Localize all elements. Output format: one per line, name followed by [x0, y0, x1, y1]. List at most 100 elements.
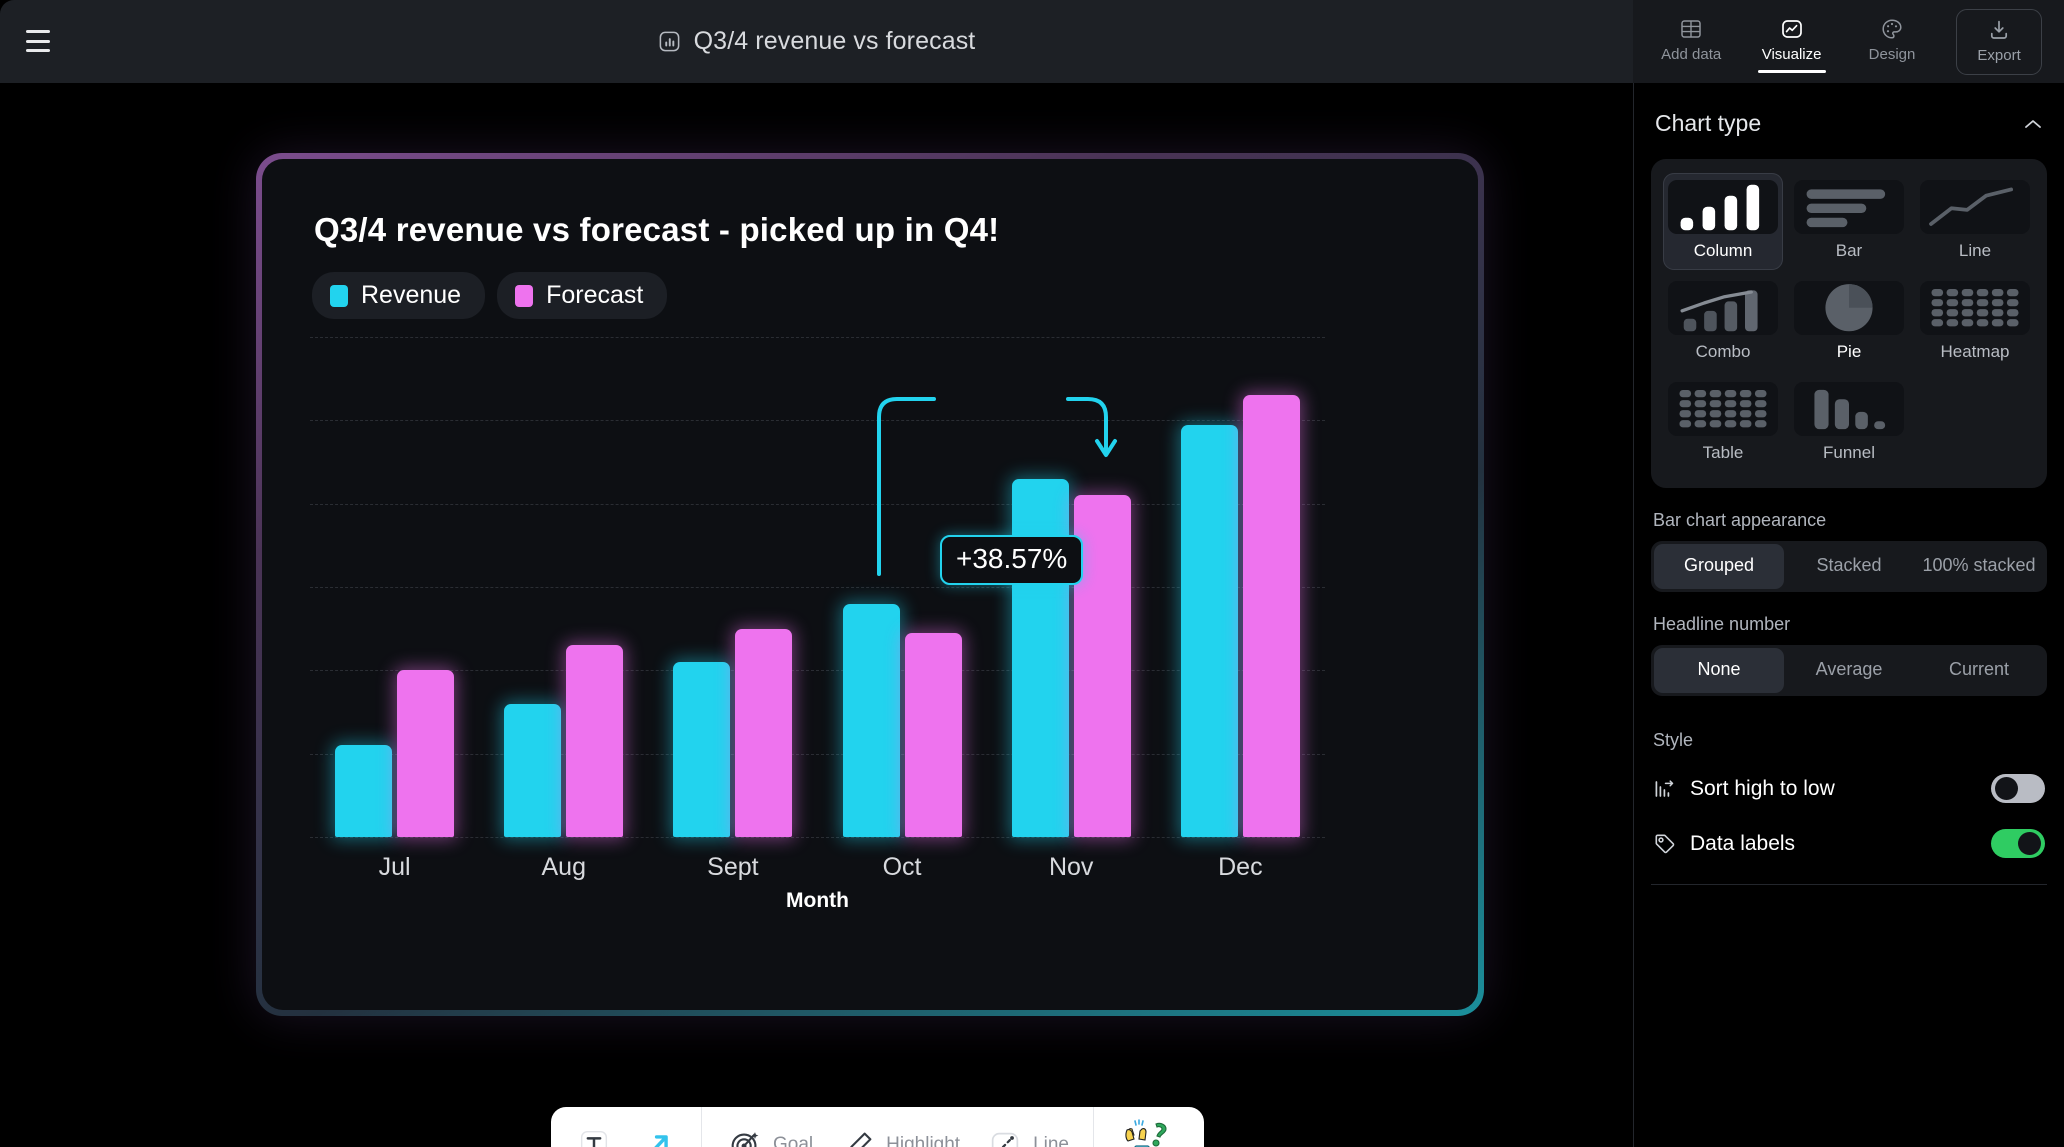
- toolbar-group-tools: Goal Highlight Line: [702, 1107, 1093, 1147]
- heatmap-icon: [1920, 281, 2030, 335]
- tab-add-data-label: Add data: [1661, 45, 1722, 63]
- style-row-data-labels-label: Data labels: [1690, 831, 1796, 855]
- bar-revenue-aug[interactable]: [504, 703, 562, 837]
- data-labels-toggle[interactable]: [1991, 829, 2045, 858]
- style-label: Style: [1653, 730, 1694, 750]
- headline-option-none[interactable]: None: [1654, 648, 1784, 693]
- chart-type-funnel-label: Funnel: [1823, 443, 1875, 462]
- combo-chart-icon: [1668, 281, 1778, 335]
- chart-type-line-label: Line: [1958, 241, 1992, 260]
- table-icon: [1681, 19, 1701, 38]
- tab-add-data[interactable]: Add data: [1655, 11, 1727, 73]
- bar-forecast-sept[interactable]: [735, 628, 793, 837]
- legend-item-forecast[interactable]: Forecast: [497, 272, 668, 319]
- funnel-chart-icon: [1794, 382, 1904, 436]
- app-root: Q3/4 revenue vs forecast Add data Visual…: [0, 0, 2064, 1147]
- x-axis-tick: Aug: [541, 853, 586, 881]
- chart-type-table-label: Table: [1702, 443, 1744, 462]
- x-axis-title: Month: [786, 889, 849, 912]
- gridline: [310, 837, 1325, 838]
- x-axis-tick: Oct: [882, 853, 922, 881]
- palette-icon: [1882, 18, 1902, 39]
- sticker-pack-button[interactable]: Let's GO!: [1108, 1110, 1190, 1147]
- bar-revenue-oct[interactable]: [842, 603, 900, 837]
- chart-type-table[interactable]: Table: [1663, 375, 1783, 472]
- annotation-toolbar: Goal Highlight Line: [551, 1107, 1204, 1147]
- x-axis: Jul Aug Sept Oct Nov Dec: [310, 853, 1325, 882]
- bar-revenue-sept[interactable]: [673, 662, 731, 837]
- chevron-up-icon[interactable]: [2023, 118, 2043, 130]
- chart-title[interactable]: Q3/4 revenue vs forecast - picked up in …: [314, 211, 999, 249]
- chart-type-header[interactable]: Chart type: [1651, 83, 2047, 159]
- headline-option-current[interactable]: Current: [1914, 648, 2044, 693]
- table-grid-icon: [1668, 382, 1778, 436]
- tab-design[interactable]: Design: [1856, 11, 1928, 73]
- toggle-knob: [1995, 777, 2018, 800]
- bar-revenue-nov[interactable]: [1011, 478, 1069, 837]
- line-tool-button[interactable]: Line: [976, 1120, 1079, 1147]
- headline-label: Headline number: [1653, 614, 1791, 634]
- legend-item-revenue[interactable]: Revenue: [312, 272, 486, 319]
- annotation-label[interactable]: +38.57%: [940, 535, 1084, 585]
- page-title[interactable]: Q3/4 revenue vs forecast: [694, 27, 976, 56]
- chart-type-grid: Column Bar Line Combo Pie Heatmap Table …: [1651, 159, 2047, 488]
- line-tool-icon: [991, 1132, 1019, 1147]
- bar-chart-icon: [659, 31, 680, 52]
- line-tool-label: Line: [1033, 1134, 1069, 1147]
- chart-type-column[interactable]: Column: [1663, 173, 1783, 270]
- x-axis-tick: Sept: [707, 853, 759, 881]
- chart-type-line[interactable]: Line: [1915, 173, 2035, 270]
- arrow-icon: [654, 1135, 668, 1147]
- top-bar: Q3/4 revenue vs forecast: [0, 0, 1633, 83]
- tag-icon: [1655, 834, 1675, 853]
- line-chart-icon: [1920, 180, 2030, 234]
- sort-high-to-low-toggle[interactable]: [1991, 774, 2045, 803]
- line-chart-icon: [1781, 19, 1802, 38]
- legend-label-revenue: Revenue: [361, 281, 462, 309]
- highlight-tool-label: Highlight: [886, 1134, 961, 1147]
- chart-type-heatmap[interactable]: Heatmap: [1915, 274, 2035, 371]
- canvas: Q3/4 revenue vs forecast - picked up in …: [0, 83, 1633, 1147]
- headline-option-average[interactable]: Average: [1784, 648, 1914, 693]
- legend-label-forecast: Forecast: [546, 281, 644, 309]
- chart-type-title: Chart type: [1655, 110, 1762, 136]
- bar-forecast-oct[interactable]: [904, 632, 962, 837]
- highlight-tool-button[interactable]: Highlight: [829, 1120, 970, 1147]
- tab-visualize[interactable]: Visualize: [1756, 11, 1828, 73]
- style-row-sort-label: Sort high to low: [1690, 776, 1835, 800]
- export-button-label: Export: [1977, 46, 2021, 64]
- bar-forecast-dec[interactable]: [1242, 395, 1300, 837]
- appearance-option-100-stacked[interactable]: 100% stacked: [1914, 544, 2044, 589]
- chart-type-combo[interactable]: Combo: [1663, 274, 1783, 371]
- chart-type-pie[interactable]: Pie: [1789, 274, 1909, 371]
- bar-forecast-aug[interactable]: [566, 645, 624, 837]
- chart-type-bar[interactable]: Bar: [1789, 173, 1909, 270]
- right-sidebar: Chart type Column Bar Line Combo Pie Hea…: [1633, 83, 2064, 1147]
- bar-group: [504, 337, 624, 837]
- hamburger-icon[interactable]: [26, 30, 50, 52]
- bar-chart-icon: [1794, 180, 1904, 234]
- tab-visualize-label: Visualize: [1761, 45, 1822, 63]
- bar-revenue-dec[interactable]: [1180, 424, 1238, 837]
- export-button[interactable]: Export: [1956, 8, 2042, 75]
- bar-forecast-jul[interactable]: [397, 670, 455, 837]
- goal-tool-button[interactable]: Goal: [716, 1120, 823, 1147]
- bar-series-container: [310, 337, 1325, 837]
- x-axis-tick: Nov: [1048, 853, 1094, 881]
- column-chart-icon: [1668, 180, 1778, 234]
- text-tool-button[interactable]: [565, 1120, 623, 1147]
- appearance-option-stacked[interactable]: Stacked: [1784, 544, 1914, 589]
- appearance-option-grouped[interactable]: Grouped: [1654, 544, 1784, 589]
- text-icon: [580, 1130, 608, 1147]
- arrow-tool-button[interactable]: [629, 1120, 687, 1147]
- download-icon: [1991, 20, 2008, 39]
- sidebar-divider: [1651, 884, 2047, 885]
- chart-frame[interactable]: Q3/4 revenue vs forecast - picked up in …: [256, 153, 1484, 1016]
- document-title-group: Q3/4 revenue vs forecast: [0, 0, 1633, 83]
- chart-type-funnel[interactable]: Funnel: [1789, 375, 1909, 472]
- bar-group: [673, 337, 793, 837]
- chart-card: Q3/4 revenue vs forecast - picked up in …: [262, 159, 1478, 1010]
- tab-design-label: Design: [1868, 45, 1916, 63]
- bar-revenue-jul[interactable]: [335, 745, 393, 837]
- bar-group: [842, 337, 962, 837]
